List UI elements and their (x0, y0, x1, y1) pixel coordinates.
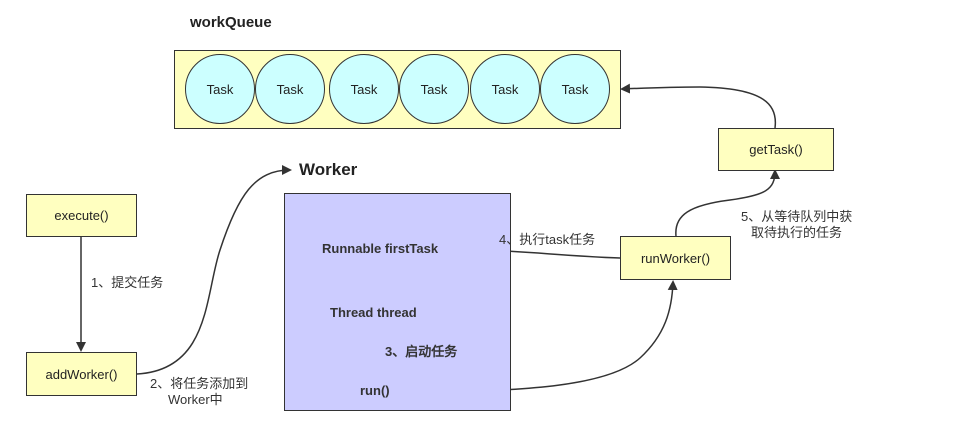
step-1-label: 1、提交任务 (91, 275, 164, 290)
queue-task: Task (470, 54, 540, 124)
execute-box: execute() (26, 194, 137, 237)
worker-run: run() (360, 383, 390, 398)
run-worker-box: runWorker() (620, 236, 731, 280)
queue-task: Task (329, 54, 399, 124)
add-worker-box: addWorker() (26, 352, 137, 396)
get-task-box: getTask() (718, 128, 834, 171)
step-2-label-line2: Worker中 (168, 392, 223, 407)
queue-task: Task (255, 54, 325, 124)
worker-thread: Thread thread (330, 305, 417, 320)
queue-task: Task (185, 54, 255, 124)
worker-title: Worker (299, 160, 358, 179)
step-3-label: 3、启动任务 (385, 344, 458, 359)
queue-task: Task (540, 54, 610, 124)
worker-first-task: Runnable firstTask (322, 241, 439, 256)
queue-task: Task (399, 54, 469, 124)
worker-box (284, 193, 511, 411)
work-queue: Task Task Task Task Task Task (174, 50, 621, 129)
queue-title: workQueue (190, 14, 272, 31)
step-4-label: 4、执行task任务 (499, 232, 596, 247)
arrow-gettask-to-queue (620, 83, 777, 129)
step-5-label-line2: 取待执行的任务 (751, 225, 843, 240)
